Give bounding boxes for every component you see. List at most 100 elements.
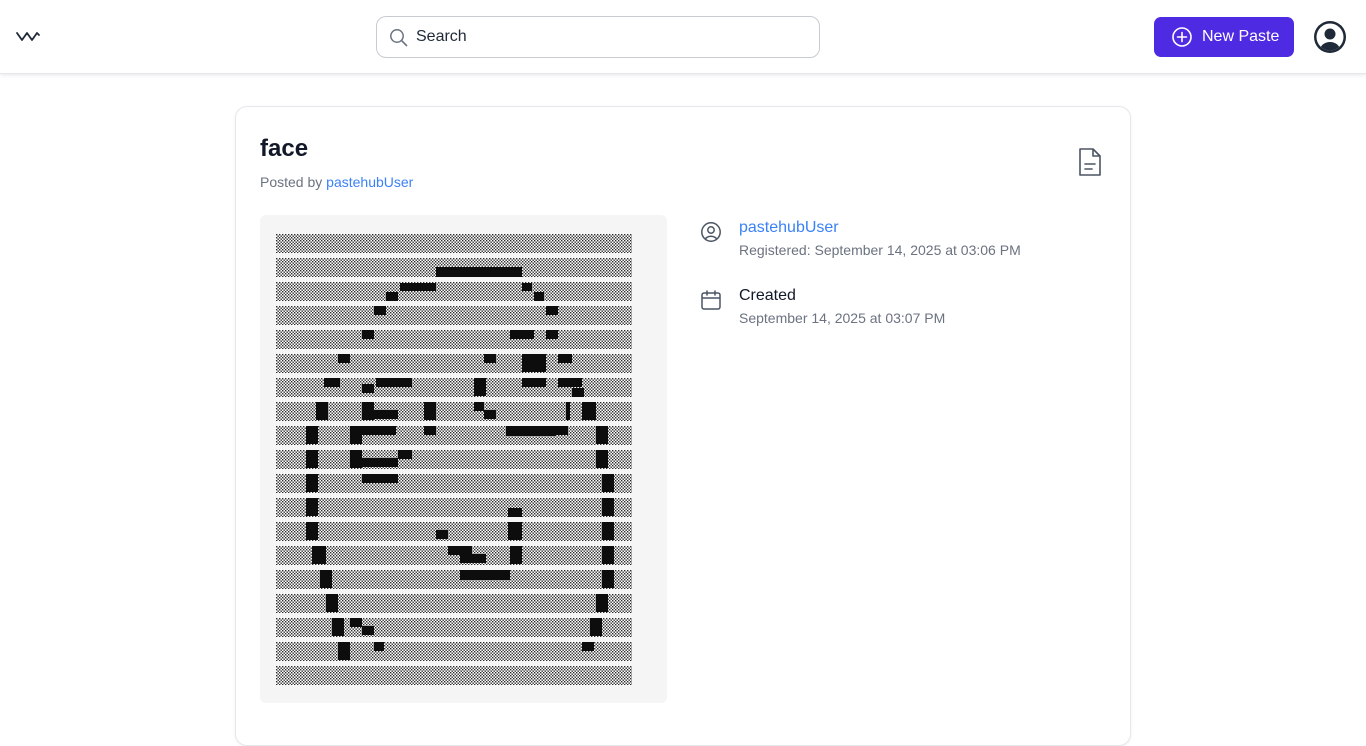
ascii-block (362, 474, 398, 483)
ascii-block (582, 642, 594, 651)
posted-by-author-link[interactable]: pastehubUser (326, 174, 413, 190)
ascii-block (306, 498, 318, 516)
ascii-block (448, 546, 472, 555)
ascii-block (362, 402, 374, 420)
ascii-shade-line (276, 522, 632, 541)
ascii-block (508, 508, 522, 517)
ascii-block (460, 554, 486, 563)
ascii-block (602, 570, 614, 588)
ascii-block (572, 388, 584, 397)
ascii-block (306, 450, 318, 468)
ascii-block (558, 378, 582, 387)
ascii-block (506, 426, 556, 436)
ascii-block (596, 426, 608, 444)
calendar-icon (700, 289, 722, 311)
ascii-block (350, 450, 362, 468)
ascii-block (312, 546, 326, 564)
ascii-art-face (276, 234, 632, 685)
paste-content-area (260, 215, 667, 703)
logo-wave-icon[interactable] (14, 26, 42, 46)
ascii-shade-line (276, 354, 632, 373)
posted-by-prefix: Posted by (260, 174, 323, 190)
ascii-block (306, 426, 318, 444)
posted-by-line: Posted by pastehubUser (260, 174, 413, 190)
ascii-block (534, 292, 544, 301)
user-avatar-icon[interactable] (1313, 20, 1347, 54)
ascii-block (424, 426, 436, 435)
ascii-shade-line (276, 282, 632, 301)
ascii-block (400, 283, 436, 291)
search-input[interactable] (416, 17, 811, 57)
plus-circle-icon (1171, 26, 1193, 48)
ascii-shade-line (276, 666, 632, 685)
search-bar[interactable] (376, 16, 820, 58)
ascii-block (602, 498, 614, 516)
ascii-shade-line (276, 474, 632, 493)
ascii-block (556, 426, 568, 435)
ascii-block (566, 402, 570, 420)
ascii-block (436, 530, 448, 539)
ascii-block (350, 434, 362, 444)
document-icon[interactable] (1077, 147, 1103, 177)
ascii-block (374, 642, 384, 651)
ascii-block (362, 626, 374, 635)
ascii-block (386, 292, 398, 301)
ascii-shade-line (276, 402, 632, 421)
ascii-block (602, 546, 614, 564)
ascii-shade-line (276, 642, 632, 661)
ascii-shade-line (276, 426, 632, 445)
ascii-block (362, 384, 374, 393)
ascii-shade-line (276, 330, 632, 349)
ascii-block (374, 306, 386, 315)
ascii-block (306, 474, 318, 492)
paste-card: face Posted by pastehubUser pastehubUser… (235, 106, 1131, 746)
ascii-block (522, 354, 546, 372)
ascii-block (386, 426, 396, 435)
ascii-block (374, 410, 398, 419)
ascii-block (546, 306, 558, 315)
author-link[interactable]: pastehubUser (739, 219, 839, 237)
ascii-block (424, 402, 436, 420)
ascii-block (596, 450, 608, 468)
ascii-block (510, 330, 534, 339)
ascii-shade-line (276, 306, 632, 325)
ascii-block (510, 546, 522, 564)
ascii-block (332, 618, 344, 636)
ascii-block (326, 594, 338, 612)
user-circle-icon (700, 221, 722, 243)
ascii-shade-line (276, 450, 632, 469)
new-paste-button[interactable]: New Paste (1154, 17, 1294, 57)
ascii-block (338, 354, 350, 363)
paste-title: face (260, 135, 309, 162)
ascii-block (338, 642, 350, 660)
ascii-shade-line (276, 234, 632, 253)
ascii-block (362, 458, 398, 467)
ascii-block (316, 402, 328, 420)
ascii-block (474, 402, 484, 411)
ascii-block (582, 402, 596, 420)
ascii-block (350, 618, 362, 627)
ascii-block (460, 570, 510, 580)
top-navigation-bar: New Paste (0, 0, 1366, 74)
ascii-block (350, 426, 386, 435)
ascii-block (602, 522, 614, 540)
ascii-block (522, 378, 546, 387)
created-date: September 14, 2025 at 03:07 PM (739, 310, 946, 326)
ascii-block (596, 594, 608, 612)
search-icon (389, 28, 408, 47)
ascii-block (376, 378, 412, 387)
ascii-block (362, 330, 374, 339)
ascii-block (320, 570, 332, 588)
ascii-block (558, 354, 572, 363)
ascii-block (306, 522, 318, 540)
ascii-shade-line (276, 498, 632, 517)
ascii-block (508, 522, 522, 540)
ascii-block (484, 410, 496, 419)
ascii-block (484, 354, 496, 363)
new-paste-label: New Paste (1202, 28, 1280, 45)
ascii-block (324, 378, 340, 387)
ascii-block (398, 450, 412, 459)
ascii-block (436, 267, 522, 277)
created-label: Created (739, 287, 796, 304)
ascii-block (474, 378, 486, 396)
